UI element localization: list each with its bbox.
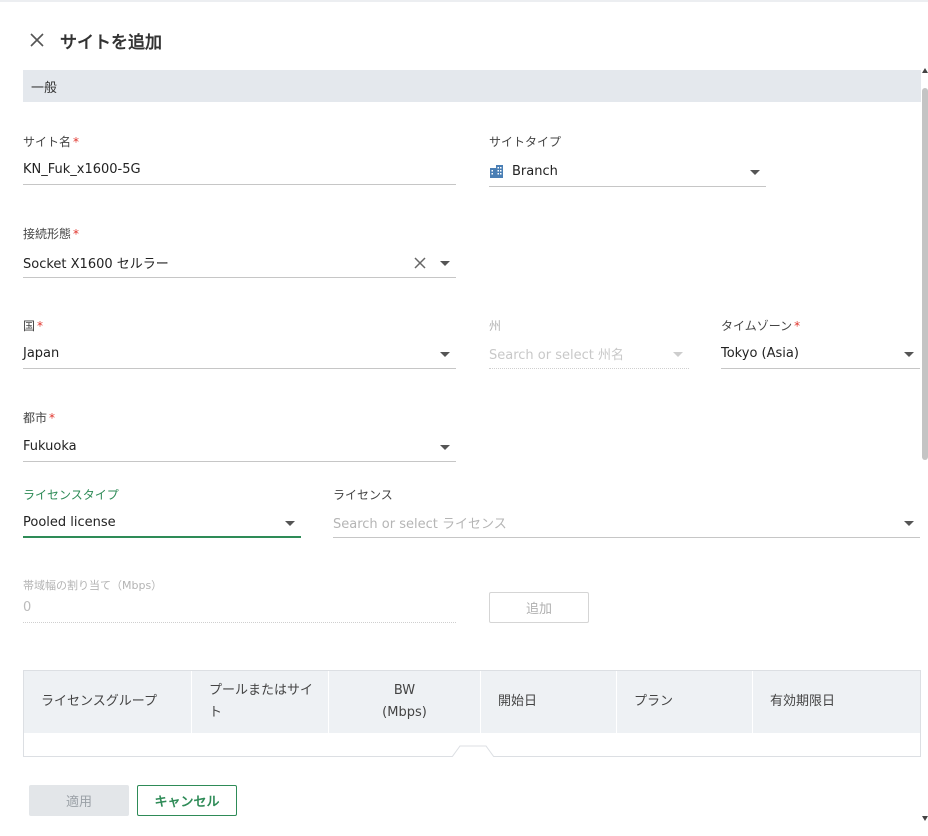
apply-button: 適用 bbox=[29, 785, 129, 816]
license-type-field: ライセンスタイプ Pooled license bbox=[23, 487, 301, 539]
site-name-input[interactable]: KN_Fuk_x1600-5G bbox=[23, 155, 456, 185]
table-header: ライセンスグループ プールまたはサイト BW (Mbps) 開始日 プラン 有効… bbox=[24, 671, 920, 733]
country-select[interactable]: Japan bbox=[23, 339, 456, 369]
required-marker: * bbox=[73, 227, 80, 241]
chevron-down-icon[interactable] bbox=[440, 352, 450, 357]
city-label: 都市 bbox=[23, 411, 48, 425]
bandwidth-input: 0 bbox=[23, 593, 456, 623]
timezone-select[interactable]: Tokyo (Asia) bbox=[721, 339, 920, 369]
state-label: 州 bbox=[489, 319, 502, 333]
column-header[interactable]: 開始日 bbox=[481, 671, 617, 733]
section-header-general: 一般 bbox=[23, 70, 921, 102]
chevron-down-icon[interactable] bbox=[904, 521, 914, 526]
scroll-thumb[interactable] bbox=[922, 88, 928, 460]
column-header[interactable]: ライセンスグループ bbox=[24, 671, 192, 733]
column-header[interactable]: 有効期限日 bbox=[753, 671, 920, 733]
bandwidth-field: 帯域幅の割り当て（Mbps） 0 bbox=[23, 578, 456, 623]
required-marker: * bbox=[794, 319, 801, 333]
scroll-up-arrow-icon[interactable] bbox=[922, 68, 928, 73]
chevron-down-icon[interactable] bbox=[440, 261, 450, 266]
site-name-value: KN_Fuk_x1600-5G bbox=[23, 162, 141, 177]
chevron-down-icon[interactable] bbox=[440, 445, 450, 450]
city-select[interactable]: Fukuoka bbox=[23, 432, 456, 462]
required-marker: * bbox=[73, 135, 80, 149]
timezone-label: タイムゾーン bbox=[721, 319, 793, 333]
state-field: 州 Search or select 州名 bbox=[489, 318, 689, 370]
site-name-field: サイト名 * KN_Fuk_x1600-5G bbox=[23, 134, 456, 186]
country-field: 国 * Japan bbox=[23, 318, 456, 370]
license-table: ライセンスグループ プールまたはサイト BW (Mbps) 開始日 プラン 有効… bbox=[23, 670, 921, 757]
site-type-field: サイトタイプ Branch bbox=[489, 134, 766, 187]
bandwidth-value: 0 bbox=[23, 600, 32, 615]
page-title: サイトを追加 bbox=[60, 32, 162, 53]
state-placeholder: Search or select 州名 bbox=[489, 348, 624, 363]
column-header[interactable]: BW (Mbps) bbox=[329, 671, 481, 733]
close-button[interactable] bbox=[26, 29, 48, 51]
expand-handle-icon[interactable] bbox=[452, 745, 494, 757]
section-title: 一般 bbox=[31, 80, 58, 96]
required-marker: * bbox=[37, 319, 44, 333]
scrollbar[interactable] bbox=[922, 68, 928, 828]
site-type-select[interactable]: Branch bbox=[489, 157, 766, 187]
timezone-field: タイムゾーン * Tokyo (Asia) bbox=[721, 318, 920, 370]
column-header[interactable]: プラン bbox=[617, 671, 753, 733]
timezone-value: Tokyo (Asia) bbox=[721, 346, 799, 361]
bandwidth-label: 帯域幅の割り当て（Mbps） bbox=[23, 579, 163, 592]
license-type-value: Pooled license bbox=[23, 514, 116, 530]
chevron-down-icon[interactable] bbox=[750, 170, 760, 175]
city-field: 都市 * Fukuoka bbox=[23, 410, 456, 463]
site-type-value: Branch bbox=[512, 164, 558, 179]
close-icon bbox=[30, 33, 44, 47]
country-label: 国 bbox=[23, 319, 36, 333]
license-type-label: ライセンスタイプ bbox=[23, 488, 119, 502]
required-marker: * bbox=[49, 411, 56, 425]
license-type-select[interactable]: Pooled license bbox=[23, 508, 301, 538]
license-placeholder: Search or select ライセンス bbox=[333, 517, 507, 532]
connection-type-select[interactable]: Socket X1600 セルラー bbox=[23, 248, 456, 278]
scroll-down-arrow-icon[interactable] bbox=[922, 816, 928, 821]
clear-icon[interactable] bbox=[412, 255, 428, 271]
dialog-header: サイトを追加 bbox=[26, 26, 162, 54]
top-divider bbox=[0, 0, 928, 2]
table-body bbox=[24, 733, 920, 757]
site-name-label: サイト名 bbox=[23, 135, 72, 149]
building-icon bbox=[490, 165, 503, 178]
cancel-button[interactable]: キャンセル bbox=[137, 785, 237, 816]
chevron-down-icon[interactable] bbox=[904, 352, 914, 357]
chevron-down-icon[interactable] bbox=[285, 521, 295, 526]
column-header[interactable]: プールまたはサイト bbox=[192, 671, 329, 733]
add-button: 追加 bbox=[489, 592, 589, 623]
connection-type-value: Socket X1600 セルラー bbox=[23, 257, 169, 272]
city-value: Fukuoka bbox=[23, 439, 77, 454]
license-select[interactable]: Search or select ライセンス bbox=[333, 508, 920, 538]
country-value: Japan bbox=[23, 346, 60, 361]
license-label: ライセンス bbox=[333, 488, 393, 502]
connection-type-field: 接続形態 * Socket X1600 セルラー bbox=[23, 226, 456, 278]
site-type-label: サイトタイプ bbox=[489, 135, 562, 149]
chevron-down-icon bbox=[673, 352, 683, 357]
license-field: ライセンス Search or select ライセンス bbox=[333, 487, 920, 539]
state-select: Search or select 州名 bbox=[489, 339, 689, 369]
connection-type-label: 接続形態 bbox=[23, 227, 72, 241]
